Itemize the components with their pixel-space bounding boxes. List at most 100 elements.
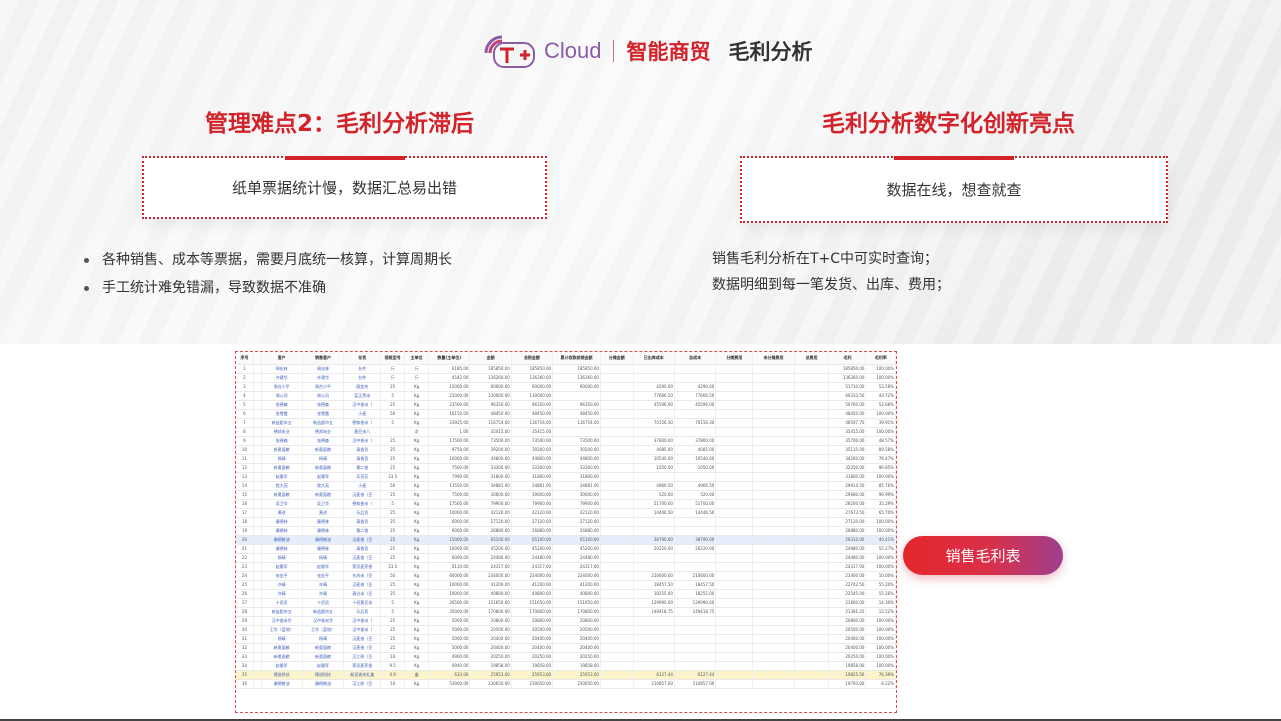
table-cell: 新益超市五: [302, 607, 345, 617]
table-row[interactable]: 12 新奥面粮 新奥面粮 黄二香 25 Kg 7560.00 33300.00 33300.00…: [236, 463, 896, 473]
table-cell: 新奥面粮: [302, 652, 345, 662]
table-cell: 100.00%: [865, 652, 896, 662]
table-cell: 新益超市五: [261, 607, 303, 617]
table-cell: Kg: [404, 409, 430, 419]
table-cell: [253, 526, 262, 536]
table-cell: 德邦米业: [261, 427, 303, 437]
table-cell: 25: [380, 517, 406, 527]
table-cell: 13: [236, 472, 254, 482]
table-row[interactable]: 30 王华（蓝地） 王华（蓝地） 汉中香米（ 25 Kg 5000.00 20500.00 20…: [236, 625, 896, 635]
table-row[interactable]: 28 新益超市五 新益超市五 乐品贡 5 Kg 35000.00 170800.00 17080…: [236, 607, 896, 617]
table-cell: 24480.00: [469, 553, 512, 563]
table-row[interactable]: 3 周台小平 周台小平 厨卖充 25 Kg 15000.00 60000.00 60000.00…: [236, 382, 896, 392]
table-cell: 清香贡: [343, 517, 382, 527]
table-cell: [600, 553, 634, 563]
table-cell: [253, 364, 262, 374]
table-row[interactable]: 22 杨晴 杨晴 汉麦香（豆 25 Kg 6000.00 24480.00 24480.00 24…: [236, 553, 896, 563]
table-cell: [600, 526, 634, 536]
table-cell: [715, 508, 754, 518]
table-cell: [794, 670, 830, 680]
table-row[interactable]: 4 周公司 周公司 蓝正黑米 5 Kg 21000.00 130000.00 130000.00…: [236, 391, 896, 401]
table-row[interactable]: 10 新奥面粮 新奥面粮 清香贡 25 Kg 9750.00 39200.00 39200.00…: [236, 445, 896, 455]
table-row[interactable]: 17 黄进 黄进 乐品贡 25 Kg 10000.00 42120.00 42120.00 421…: [236, 508, 896, 518]
table-row[interactable]: 34 赵雅军 赵雅军 荣贡麦芽香 9.5 Kg 4940.00 19858.00 19858.0…: [236, 661, 896, 671]
table-row[interactable]: 35 德进科技 德进科技 新贡香米礼盒 4.9 盒 633.00 25953.00 25953.…: [236, 670, 896, 680]
table-cell: [794, 562, 830, 572]
table-row[interactable]: 27 十佰贡 十佰贡 十佰黄豆米 5 Kg 26500.00 151650.00 151650.…: [236, 598, 896, 608]
table-cell: 6127.44: [674, 670, 717, 680]
table-cell: 70156.30: [633, 418, 675, 428]
table-cell: 芳贡芳: [343, 472, 382, 482]
brand-name: 智能商贸: [626, 40, 711, 64]
table-cell: 35415.00: [511, 427, 554, 437]
table-cell: 31: [236, 634, 254, 644]
table-row[interactable]: 25 许晴 许晴 汉麦香（豆 25 Kg 10000.00 41200.00 41200.00 4…: [236, 580, 896, 590]
table-row[interactable]: 33 新奥面粮 新奥面粮 汉江原（豆 10 Kg 4900.00 20250.00 20250.…: [236, 652, 896, 662]
table-cell: [752, 472, 795, 482]
table-row[interactable]: 13 赵雅军 赵雅军 芳贡芳 23.5 Kg 7990.00 31800.00 31800.00…: [236, 472, 896, 482]
table-cell: 张德森: [261, 400, 303, 410]
column-header: 总费用: [794, 352, 830, 365]
table-cell: 79900.00: [552, 499, 601, 509]
table-row[interactable]: 26 许晴 许晴 清谷米（豆 25 Kg 10000.00 40800.00 40800.00 4…: [236, 589, 896, 599]
table-cell: [253, 580, 262, 590]
table-cell: [253, 616, 262, 626]
table-row[interactable]: 31 杨晴 杨晴 汉麦香（豆 25 Kg 5000.00 20400.00 20400.00 20…: [236, 634, 896, 644]
table-row[interactable]: 24 张金平 张金平 东苏米（豆 50 Kg 60000.00 234000.00 234000…: [236, 571, 896, 581]
table-cell: [600, 652, 634, 662]
table-cell: [674, 643, 717, 653]
table-cell: 27120.00: [469, 517, 512, 527]
table-cell: 11550.00: [428, 481, 471, 491]
table-row[interactable]: 8 德邦米业 德邦米业 黄豆米八次 1.00 35415.00 35415.00 35415.…: [236, 427, 896, 437]
table-row[interactable]: 36 康德粮油 康德粮油 汉江原（豆 10 Kg 53900.00 230650.00 2306…: [236, 679, 896, 689]
table-cell: Kg: [404, 643, 430, 653]
table-row[interactable]: 14 牧大苑 牧大苑 小麦 50 Kg 11550.00 34881.00 34881.00 34…: [236, 481, 896, 491]
table-cell: 张金平: [302, 571, 345, 581]
table-row[interactable]: 9 张德森 张德森 汉中香米（ 25 Kg 17500.00 73500.00 73500.00…: [236, 436, 896, 446]
table-row[interactable]: 16 吴卫华 吴卫华 德和香米（ 5 Kg 17500.00 79900.00 79900.00…: [236, 499, 896, 509]
table-row[interactable]: 1 周化林 周化林 台件斤斤 6185.00 185850.00 185850.00 1858…: [236, 364, 896, 374]
table-cell: [600, 544, 634, 554]
table-cell: 新贡香米礼盒: [343, 670, 382, 680]
table-row[interactable]: 2 许建华 许建华 台件斤斤 4542.00 136260.00 136260.00 1362…: [236, 373, 896, 383]
table-cell: 42120.00: [469, 508, 512, 518]
table-row[interactable]: 18 康德林 康德林 清香贡 25 Kg 6000.00 27120.00 27120.00 27…: [236, 517, 896, 527]
table-cell: Kg: [404, 571, 430, 581]
table-row[interactable]: 11 杨晴 杨晴 清香贡 25 Kg 10000.00 44800.00 44800.00 448…: [236, 454, 896, 464]
table-cell: 27120.00: [552, 517, 601, 527]
table-cell: [674, 616, 717, 626]
table-row[interactable]: 32 新奥面粮 新奥面粮 汉麦香（豆 25 Kg 5000.00 20400.00 20400.…: [236, 643, 896, 653]
table-cell: [674, 427, 717, 437]
table-row[interactable]: 7 新益超市五 新益超市五 德和香米（ 5 Kg 23925.00 116754.00 1167…: [236, 418, 896, 428]
table-cell: [600, 373, 634, 383]
column-header: 存货: [343, 352, 382, 365]
table-cell: 42120.00: [511, 508, 554, 518]
sales-gross-profit-report-button[interactable]: 销售毛利表: [903, 536, 1063, 575]
table-cell: 2: [236, 373, 254, 383]
table-cell: [715, 418, 754, 428]
table-row[interactable]: 15 新奥面粮 新奥面粮 汉麦香（豆 25 Kg 7500.00 30600.00 30600.…: [236, 490, 896, 500]
table-cell: 25: [380, 490, 406, 500]
table-row[interactable]: 21 康德林 康德林 清香贡 25 Kg 10000.00 45200.00 45200.00 4…: [236, 544, 896, 554]
table-cell: 20250.00: [511, 652, 554, 662]
table-cell: [600, 508, 634, 518]
table-cell: 28200.00: [828, 499, 867, 509]
table-row[interactable]: 19 康德林 康德林 黄二香 25 Kg 6000.00 26880.00 26880.00 26…: [236, 526, 896, 536]
table-cell: Kg: [404, 454, 430, 464]
table-cell: 41200.00: [552, 580, 601, 590]
column-header: 主单位: [404, 352, 430, 365]
table-cell: [633, 616, 675, 626]
table-cell: 20400.00: [511, 634, 554, 644]
table-row[interactable]: 29 汉中香米华 汉中香米华 汉中香米（ 25 Kg 5000.00 20800.00 2080…: [236, 616, 896, 626]
table-cell: [674, 364, 717, 374]
table-cell: 23.5: [380, 472, 406, 482]
table-cell: [674, 634, 717, 644]
table-cell: 小麦: [343, 481, 382, 491]
table-cell: 25: [380, 463, 406, 473]
table-row[interactable]: 6 张雪霞 张雪霞 小麦 50 Kg 16150.00 48450.00 48450.00 484…: [236, 409, 896, 419]
table-cell: 50: [380, 409, 406, 419]
table-row[interactable]: 20 康德粮油 康德粮油 汉麦香（豆 25 Kg 15000.00 65100.00 65100…: [236, 535, 896, 545]
table-row[interactable]: 5 张德森 张德森 汉中香米（ 25 Kg 23500.00 96350.00 96350.00…: [236, 400, 896, 410]
table-cell: [715, 661, 754, 671]
table-row[interactable]: 23 赵雅军 赵雅军 荣贡麦芽香 23.5 Kg 6110.00 24317.00 24317.…: [236, 562, 896, 572]
